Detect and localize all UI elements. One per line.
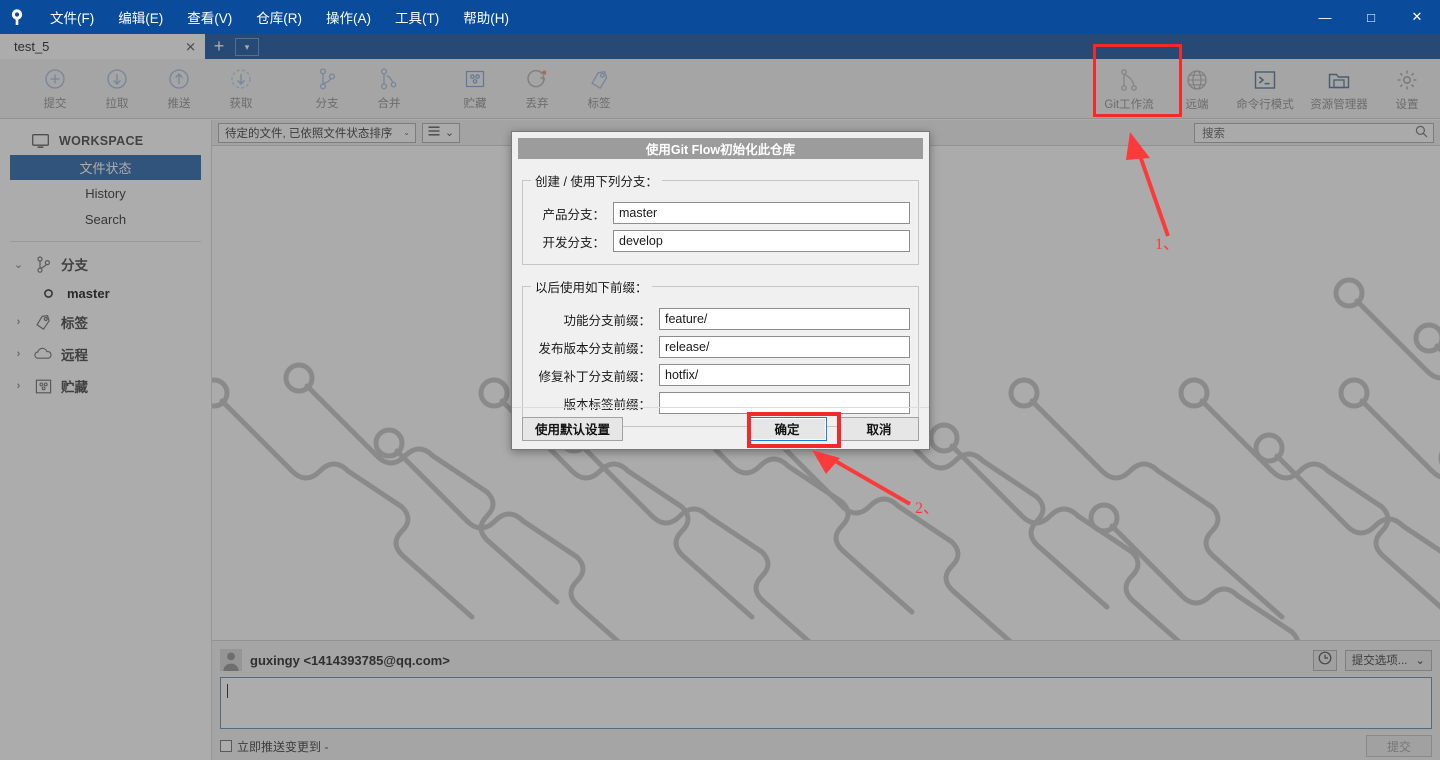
dialog-prefixes-legend: 以后使用如下前缀： bbox=[535, 281, 648, 295]
use-defaults-label: 使用默认设置 bbox=[535, 423, 611, 437]
dialog-cancel-button[interactable]: 取消 bbox=[839, 416, 919, 441]
menu-file-label: 文件(F) bbox=[50, 11, 95, 26]
hotfix-prefix-input[interactable]: hotfix/ bbox=[659, 364, 910, 386]
hotfix-prefix-value: hotfix/ bbox=[665, 368, 699, 382]
menu-repository[interactable]: 仓库(R) bbox=[244, 0, 314, 34]
menu-file[interactable]: 文件(F) bbox=[38, 0, 106, 34]
develop-branch-label: 开发分支： bbox=[542, 235, 605, 250]
release-prefix-value: release/ bbox=[665, 340, 710, 354]
field-row-feature-prefix: 功能分支前缀： feature/ bbox=[531, 308, 910, 330]
menu-repository-label: 仓库(R) bbox=[256, 11, 302, 26]
menu-tools-label: 工具(T) bbox=[395, 11, 440, 26]
dialog-prefixes-group: 以后使用如下前缀： 功能分支前缀： feature/ 发布版本分支前缀： rel… bbox=[522, 277, 919, 427]
dialog-branches-legend: 创建 / 使用下列分支： bbox=[535, 175, 658, 189]
feature-prefix-input[interactable]: feature/ bbox=[659, 308, 910, 330]
production-branch-label: 产品分支： bbox=[542, 207, 605, 222]
feature-prefix-value: feature/ bbox=[665, 312, 708, 326]
production-branch-value: master bbox=[619, 206, 658, 220]
menu-view[interactable]: 查看(V) bbox=[175, 0, 244, 34]
sourcetree-window: 文件(F) 编辑(E) 查看(V) 仓库(R) 操作(A) 工具(T) 帮助(H… bbox=[0, 0, 1440, 760]
annotation-number-1: 1、 bbox=[1155, 236, 1180, 253]
minimize-icon: — bbox=[1318, 9, 1332, 25]
field-row-release-prefix: 发布版本分支前缀： release/ bbox=[531, 336, 910, 358]
field-row-production-branch: 产品分支： master bbox=[531, 202, 910, 224]
gitflow-init-dialog: 使用Git Flow初始化此仓库 创建 / 使用下列分支： 产品分支： mast… bbox=[511, 131, 930, 450]
menu-view-label: 查看(V) bbox=[187, 11, 233, 26]
annotation-number-2: 2、 bbox=[915, 500, 940, 517]
menu-help[interactable]: 帮助(H) bbox=[451, 0, 521, 34]
menu-edit-label: 编辑(E) bbox=[118, 11, 164, 26]
use-defaults-button[interactable]: 使用默认设置 bbox=[522, 416, 624, 441]
release-prefix-label: 发布版本分支前缀： bbox=[538, 341, 651, 356]
dialog-cancel-label: 取消 bbox=[866, 423, 892, 437]
maximize-icon: □ bbox=[1367, 9, 1375, 25]
title-bar: 文件(F) 编辑(E) 查看(V) 仓库(R) 操作(A) 工具(T) 帮助(H… bbox=[0, 0, 1440, 34]
hotfix-prefix-label: 修复补丁分支前缀： bbox=[538, 369, 651, 384]
menu-actions-label: 操作(A) bbox=[326, 11, 371, 26]
close-icon: ✕ bbox=[1411, 9, 1423, 24]
window-controls: — □ ✕ bbox=[1302, 0, 1440, 34]
menu-help-label: 帮助(H) bbox=[463, 11, 509, 26]
dialog-footer: 使用默认设置 确定 取消 bbox=[512, 407, 929, 449]
close-button[interactable]: ✕ bbox=[1394, 0, 1440, 34]
feature-prefix-label: 功能分支前缀： bbox=[563, 313, 651, 328]
dialog-ok-button[interactable]: 确定 bbox=[747, 416, 827, 441]
menu-bar: 文件(F) 编辑(E) 查看(V) 仓库(R) 操作(A) 工具(T) 帮助(H… bbox=[38, 0, 521, 34]
app-logo-icon bbox=[0, 0, 34, 34]
menu-tools[interactable]: 工具(T) bbox=[383, 0, 451, 34]
maximize-button[interactable]: □ bbox=[1348, 0, 1394, 34]
field-row-develop-branch: 开发分支： develop bbox=[531, 230, 910, 252]
dialog-ok-label: 确定 bbox=[774, 423, 800, 437]
release-prefix-input[interactable]: release/ bbox=[659, 336, 910, 358]
develop-branch-value: develop bbox=[619, 234, 663, 248]
menu-edit[interactable]: 编辑(E) bbox=[106, 0, 175, 34]
field-row-hotfix-prefix: 修复补丁分支前缀： hotfix/ bbox=[531, 364, 910, 386]
production-branch-input[interactable]: master bbox=[613, 202, 910, 224]
develop-branch-input[interactable]: develop bbox=[613, 230, 910, 252]
dialog-title: 使用Git Flow初始化此仓库 bbox=[518, 138, 923, 159]
dialog-branches-group: 创建 / 使用下列分支： 产品分支： master 开发分支： develop bbox=[522, 171, 919, 265]
menu-actions[interactable]: 操作(A) bbox=[314, 0, 383, 34]
minimize-button[interactable]: — bbox=[1302, 0, 1348, 34]
